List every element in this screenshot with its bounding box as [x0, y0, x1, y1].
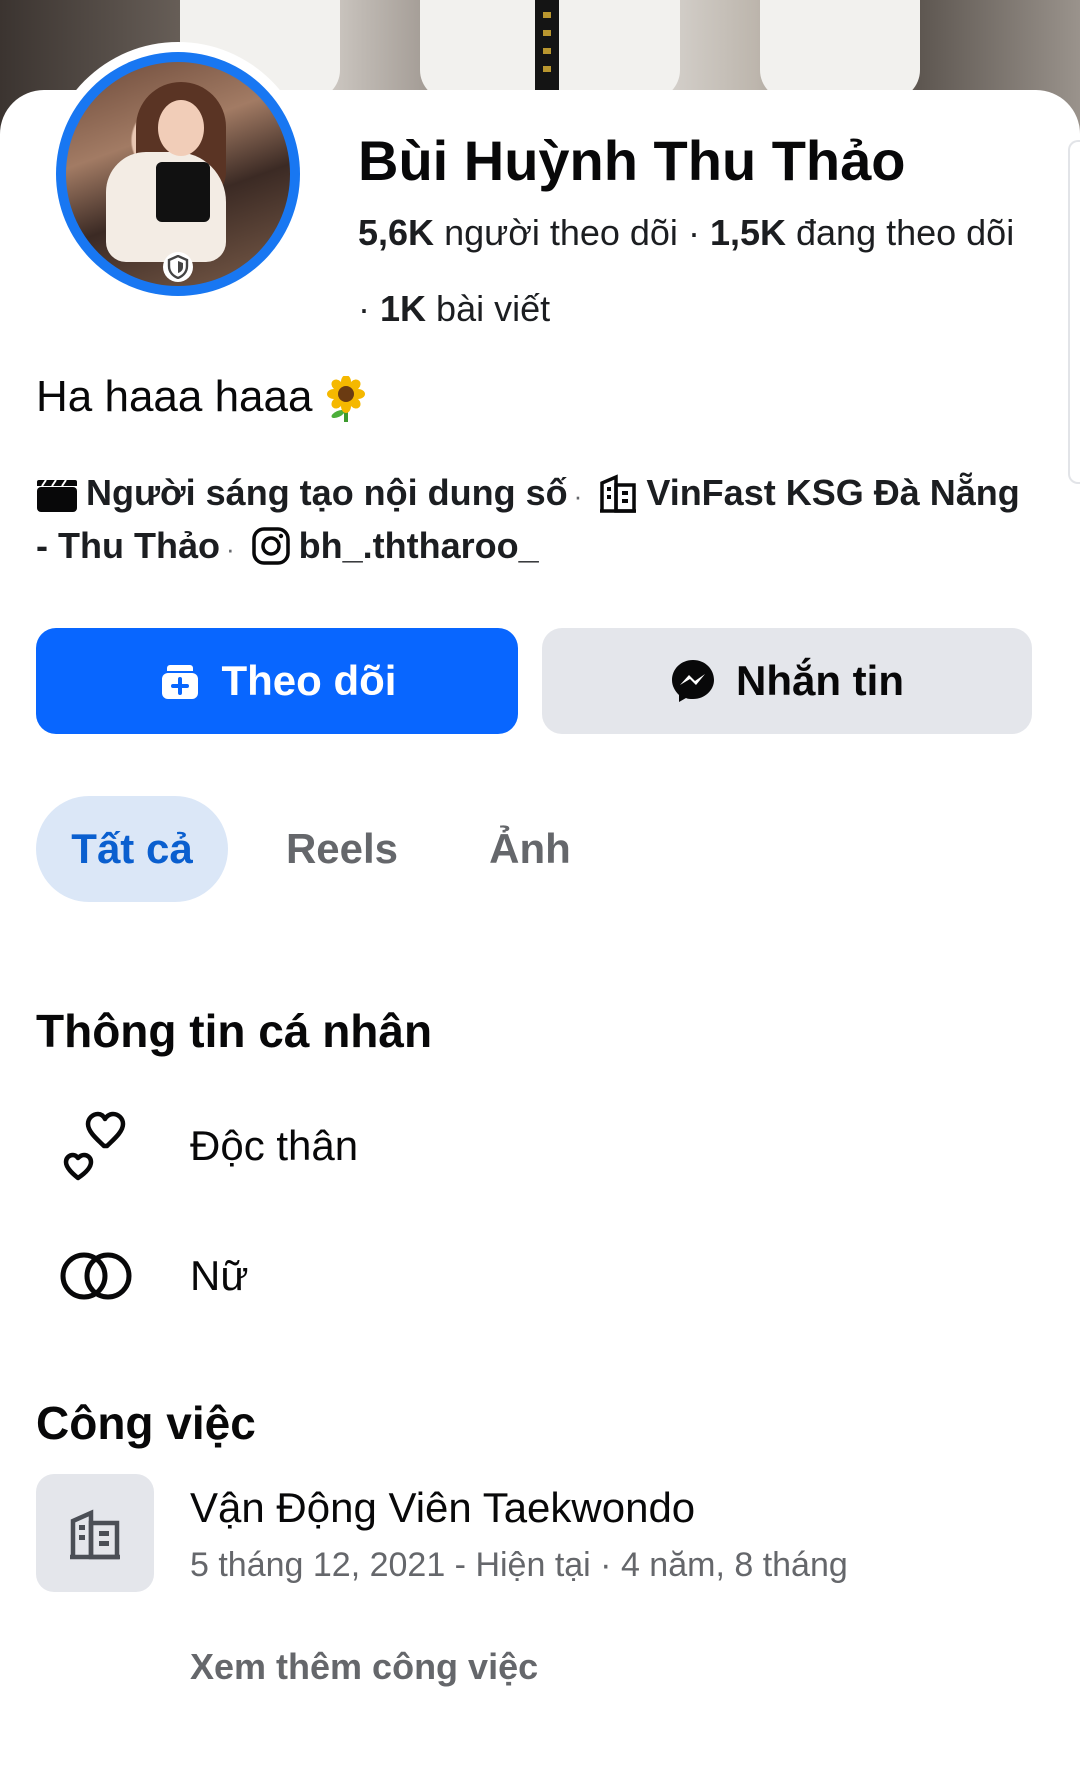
bio-text: Ha haaa haaa [36, 372, 313, 421]
bio: Ha haaa haaa [36, 372, 367, 423]
hearts-icon [56, 1106, 136, 1186]
tab-photos[interactable]: Ảnh [470, 796, 590, 902]
workplace-link[interactable]: VinFast KSG Đà Nẵng [646, 472, 1019, 513]
gender-row: Nữ [56, 1236, 248, 1316]
relationship-status: Độc thân [190, 1122, 359, 1169]
separator-dot: · [573, 481, 583, 511]
gender-rings-icon [56, 1236, 136, 1316]
personal-info-heading: Thông tin cá nhân [36, 1005, 433, 1057]
shield-icon [163, 252, 193, 282]
scroll-indicator[interactable] [1068, 140, 1080, 484]
cover-belt [535, 0, 559, 92]
see-more-work-link[interactable]: Xem thêm công việc [190, 1646, 538, 1688]
following-label[interactable]: đang theo dõi [796, 212, 1014, 253]
sunflower-icon [325, 375, 367, 423]
message-button[interactable]: Nhắn tin [542, 628, 1032, 734]
follow-label: Theo dõi [221, 657, 397, 704]
work-heading: Công việc [36, 1397, 256, 1449]
followers-label[interactable]: người theo dõi [444, 212, 678, 253]
separator-dot: · [225, 534, 235, 564]
follow-stats: 5,6K người theo dõi · 1,5K đang theo dõi [358, 212, 1014, 254]
posts-label[interactable]: bài viết [436, 288, 550, 329]
profile-details: Người sáng tạo nội dung số · VinFast KSG … [36, 468, 1046, 574]
follow-button[interactable]: Theo dõi [36, 628, 518, 734]
separator-dot: · [687, 212, 710, 253]
message-label: Nhắn tin [736, 657, 904, 704]
add-friend-icon [161, 665, 198, 699]
job-period: 5 tháng 12, 2021 - Hiện tại · 4 năm, 8 t… [190, 1546, 848, 1584]
instagram-icon [251, 525, 299, 566]
profile-sheet [0, 90, 1080, 1790]
building-icon [36, 1474, 154, 1592]
workplace-link-cont[interactable]: - Thu Thảo [36, 525, 220, 566]
building-icon [598, 472, 646, 513]
profile-name: Bùi Huỳnh Thu Thảo [358, 129, 906, 192]
job-title[interactable]: Vận Động Viên Taekwondo [190, 1484, 695, 1532]
tab-reels[interactable]: Reels [270, 796, 414, 902]
relationship-row: Độc thân [56, 1106, 358, 1186]
tab-all[interactable]: Tất cả [36, 796, 228, 902]
separator-dot: · [358, 288, 380, 329]
instagram-handle[interactable]: bh_.ththaroo_ [299, 525, 539, 566]
posts-count[interactable]: 1K [380, 288, 426, 329]
following-count[interactable]: 1,5K [710, 212, 786, 253]
clapperboard-icon [36, 472, 86, 513]
gender-value: Nữ [190, 1252, 249, 1299]
followers-count[interactable]: 5,6K [358, 212, 434, 253]
creator-category[interactable]: Người sáng tạo nội dung số [86, 472, 568, 513]
post-stats: · 1K bài viết [358, 288, 550, 330]
cover-figure [760, 0, 920, 100]
messenger-icon [672, 660, 714, 702]
